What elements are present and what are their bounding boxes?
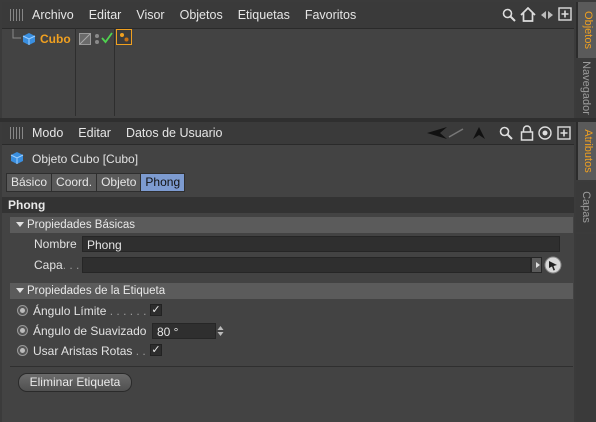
right-tab-filler <box>576 234 596 422</box>
group-tag-properties[interactable]: Propiedades de la Etiqueta <box>10 283 573 299</box>
tree-line-icon <box>12 29 21 39</box>
nav-arrows-icon[interactable] <box>540 10 554 20</box>
capa-input[interactable] <box>82 257 531 273</box>
menu-editar[interactable]: Editar <box>89 8 122 22</box>
object-tree-row[interactable]: Cubo <box>2 28 574 116</box>
object-name[interactable]: Cubo <box>40 32 71 46</box>
section-header-phong: Phong <box>2 197 574 213</box>
menu-favoritos[interactable]: Favoritos <box>305 8 356 22</box>
usar-aristas-label: Usar Aristas Rotas . . <box>33 344 146 358</box>
cube-icon <box>22 33 36 45</box>
stepper-arrows-icon[interactable] <box>216 324 225 338</box>
angulo-suavizado-input[interactable]: 80 ° <box>152 323 216 339</box>
expand-icon[interactable] <box>558 7 572 21</box>
tab-atributos[interactable]: Atributos <box>576 122 596 180</box>
capa-label: Capa. . . <box>34 258 80 272</box>
animation-radio-angulo-suavizado[interactable] <box>17 325 28 336</box>
plus-icon[interactable] <box>557 126 571 140</box>
tab-objeto[interactable]: Objeto <box>96 173 142 192</box>
panel-grip-icon[interactable] <box>10 127 24 139</box>
tab-navegador[interactable]: Navegador <box>576 60 596 118</box>
nombre-label: Nombre <box>34 237 77 251</box>
checkmark-icon[interactable] <box>101 32 113 44</box>
angulo-suavizado-label: Ángulo de Suavizado <box>33 324 147 338</box>
column-divider <box>75 28 76 116</box>
menu-objetos[interactable]: Objetos <box>180 8 223 22</box>
collapse-triangle-icon <box>16 222 24 228</box>
nombre-input[interactable]: Phong <box>82 236 560 252</box>
tab-objetos[interactable]: Objetos <box>576 2 596 58</box>
usar-aristas-checkbox[interactable]: ✓ <box>150 344 162 356</box>
attributes-panel: Modo Editar Datos de Usuario Objeto Cubo… <box>2 122 574 422</box>
column-divider-2 <box>114 28 115 116</box>
divider <box>10 366 573 367</box>
target-icon[interactable] <box>538 126 552 140</box>
objects-panel: Archivo Editar Visor Objetos Etiquetas F… <box>2 2 574 118</box>
angulo-limite-label: Ángulo Límite . . . . . . <box>33 304 147 318</box>
animation-radio-angulo-limite[interactable] <box>17 305 28 316</box>
render-toggle-icon[interactable] <box>79 33 91 45</box>
tab-basico[interactable]: Básico <box>6 173 53 192</box>
search-icon[interactable] <box>502 8 516 22</box>
capa-arrow-button[interactable] <box>531 257 542 273</box>
eliminar-etiqueta-button[interactable]: Eliminar Etiqueta <box>18 373 132 392</box>
lock-icon[interactable] <box>520 125 534 141</box>
arrow-left-icon[interactable] <box>426 126 448 140</box>
visibility-dots-icon[interactable] <box>94 33 100 45</box>
panel-grip-icon[interactable] <box>10 9 24 21</box>
angulo-limite-checkbox[interactable]: ✓ <box>150 304 162 316</box>
object-title: Objeto Cubo [Cubo] <box>32 152 139 166</box>
menu-editar-attr[interactable]: Editar <box>78 126 111 140</box>
menu-datos-usuario[interactable]: Datos de Usuario <box>126 126 223 140</box>
layer-select-icon[interactable] <box>544 256 562 274</box>
tab-phong[interactable]: Phong <box>140 173 186 192</box>
home-icon[interactable] <box>520 7 536 22</box>
tab-coord[interactable]: Coord. <box>51 173 98 192</box>
phong-tag-icon[interactable] <box>116 29 132 45</box>
animation-radio-aristas[interactable] <box>17 345 28 356</box>
search-icon[interactable] <box>499 126 513 140</box>
attributes-menubar: Modo Editar Datos de Usuario <box>2 122 574 145</box>
cube-icon <box>10 152 24 164</box>
attribute-tabs: Básico Coord. Objeto Phong <box>6 173 186 192</box>
arrow-history-icon[interactable] <box>448 128 464 138</box>
menu-etiquetas[interactable]: Etiquetas <box>238 8 290 22</box>
objects-menubar: Archivo Editar Visor Objetos Etiquetas F… <box>2 2 574 29</box>
menu-visor[interactable]: Visor <box>136 8 164 22</box>
menu-modo[interactable]: Modo <box>32 126 63 140</box>
arrow-up-icon[interactable] <box>472 126 486 140</box>
collapse-triangle-icon <box>16 288 24 294</box>
tab-capas[interactable]: Capas <box>576 182 596 232</box>
group-basic-properties[interactable]: Propiedades Básicas <box>10 217 573 233</box>
menu-archivo[interactable]: Archivo <box>32 8 74 22</box>
